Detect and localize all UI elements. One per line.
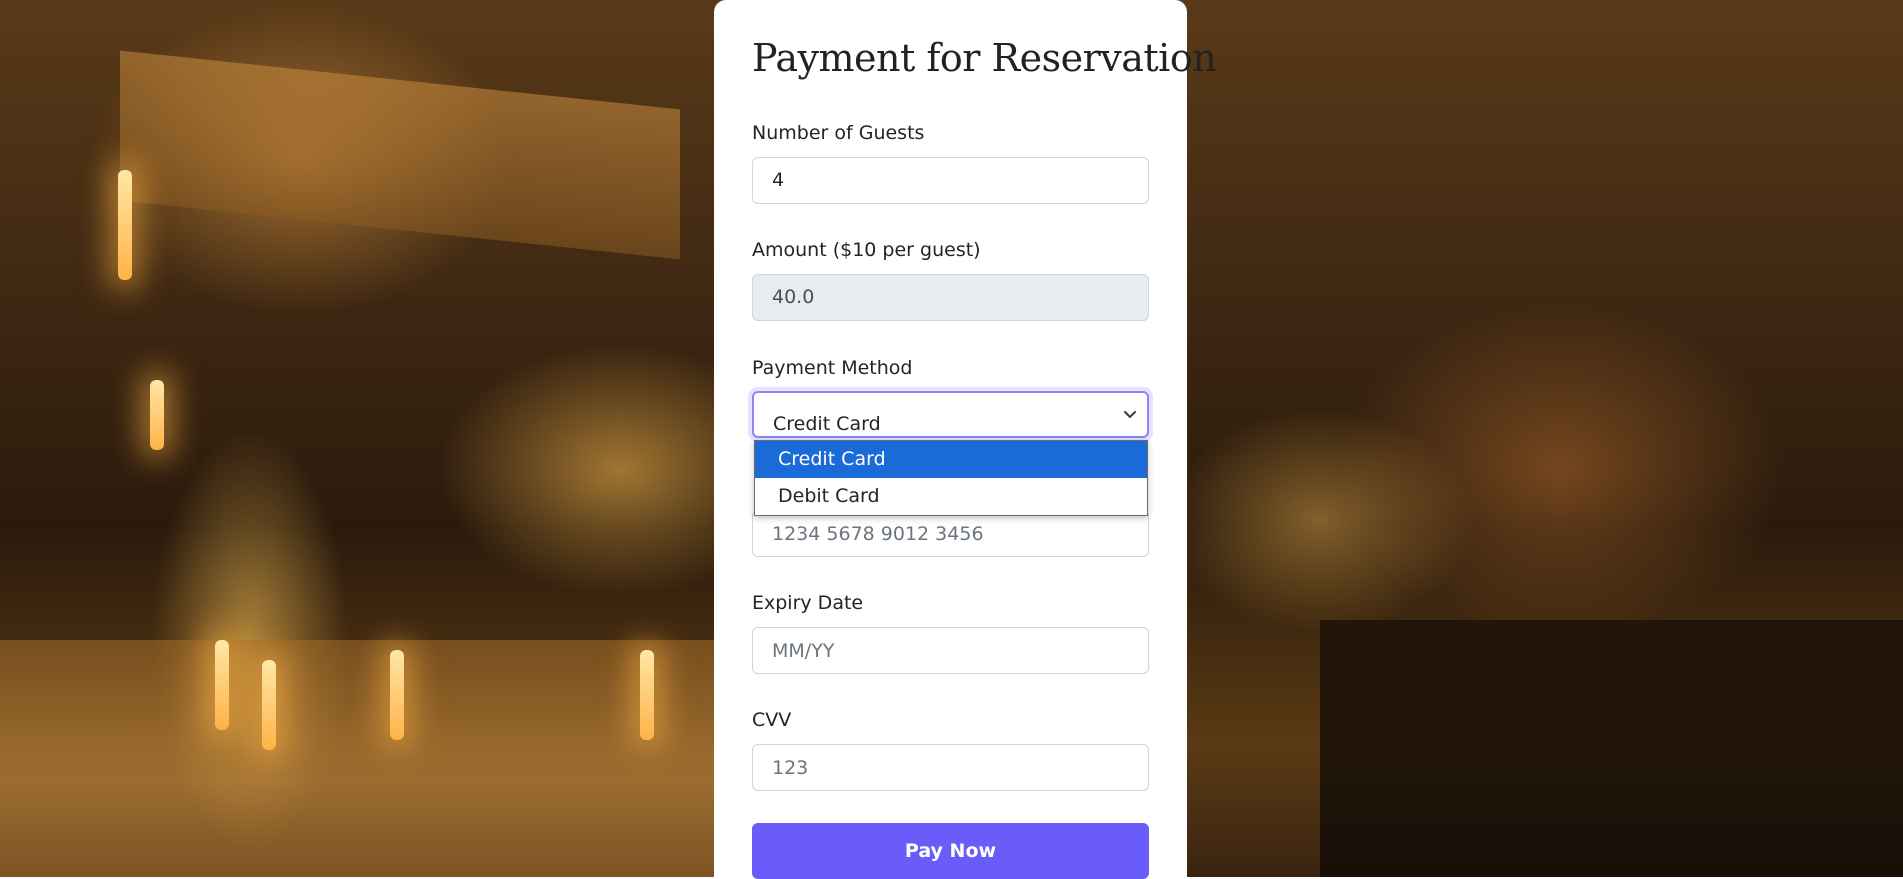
background-lamp <box>150 380 164 450</box>
background-lamp <box>118 170 132 280</box>
amount-label: Amount ($10 per guest) <box>752 239 981 261</box>
payment-method-label: Payment Method <box>752 357 913 379</box>
background-ceiling <box>120 50 680 260</box>
expiry-input[interactable] <box>752 627 1149 674</box>
expiry-label: Expiry Date <box>752 592 864 614</box>
payment-method-dropdown: Credit Card Debit Card <box>754 440 1148 516</box>
background-counter <box>1320 620 1903 877</box>
option-debit-card[interactable]: Debit Card <box>755 478 1147 515</box>
background-lamp <box>390 650 404 740</box>
cvv-label: CVV <box>752 709 792 731</box>
guests-label: Number of Guests <box>752 122 925 144</box>
cvv-input[interactable] <box>752 744 1149 791</box>
background-lamp <box>262 660 276 750</box>
payment-method-select[interactable]: Credit Card <box>752 391 1149 438</box>
guests-input[interactable]: 4 <box>752 157 1149 204</box>
page-title: Payment for Reservation <box>752 36 1217 80</box>
background-floor <box>0 640 720 877</box>
card-number-input[interactable] <box>752 510 1149 557</box>
amount-field: 40.0 <box>752 274 1149 321</box>
background-lamp <box>215 640 229 730</box>
background-lamp <box>640 650 654 740</box>
pay-now-button[interactable]: Pay Now <box>752 823 1149 879</box>
payment-card: Payment for Reservation Number of Guests… <box>714 0 1217 879</box>
option-credit-card[interactable]: Credit Card <box>755 441 1147 478</box>
chevron-down-icon <box>1124 411 1136 418</box>
payment-method-selected-value: Credit Card <box>773 413 881 435</box>
